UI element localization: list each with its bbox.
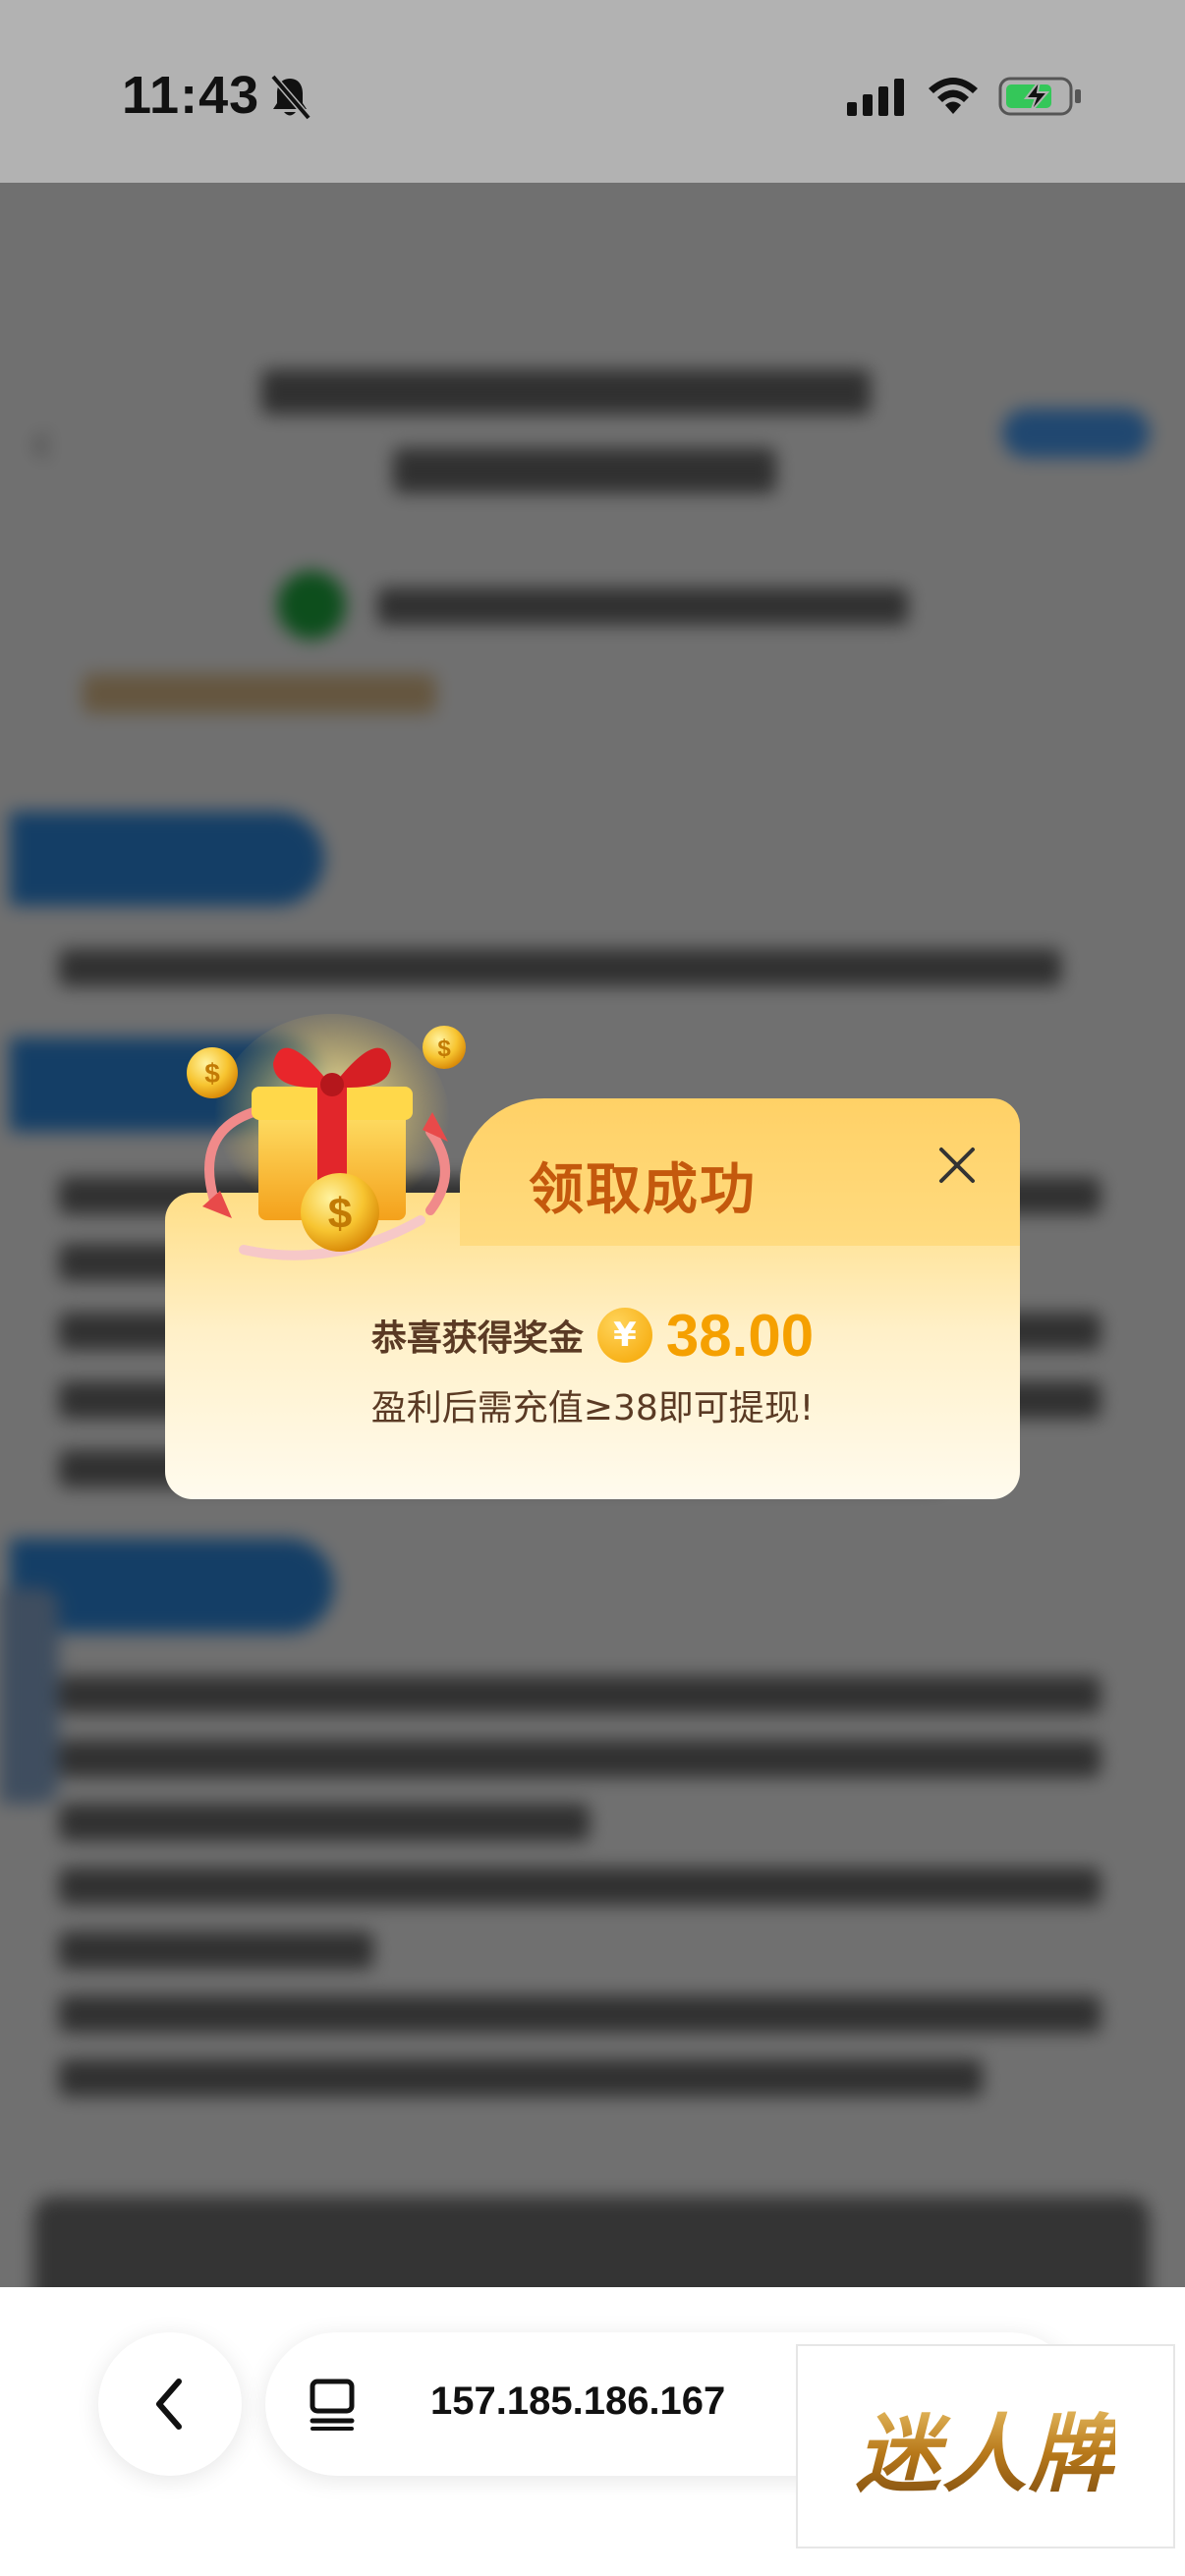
svg-text:$: $ (437, 1036, 451, 1062)
reward-amount: 38.00 (665, 1302, 815, 1369)
close-icon[interactable] (931, 1140, 983, 1191)
reward-note: 盈利后需充值≥38即可提现! (370, 1388, 815, 1428)
battery-charging-icon (998, 77, 1081, 116)
cellular-signal-icon (847, 79, 904, 116)
tabs-icon (310, 2379, 355, 2431)
brand-logo: 迷人牌 (796, 2344, 1175, 2548)
back-button[interactable] (98, 2332, 242, 2476)
reward-label: 恭喜获得奖金 (370, 1318, 584, 1359)
yuan-coin-icon: ¥ (596, 1308, 652, 1363)
svg-text:$: $ (204, 1058, 220, 1089)
modal-title: 领取成功 (529, 1158, 757, 1222)
status-bar: 11:43 (0, 0, 1185, 183)
back-chevron-icon (156, 2379, 182, 2430)
reward-row: 恭喜获得奖金 ¥ 38.00 (165, 1301, 1020, 1370)
svg-text:$: $ (328, 1190, 352, 1238)
reward-modal: 领取成功 恭喜获得奖金 ¥ 38.00 盈利后需充值≥38即可提现! $ $ $ (165, 1014, 1020, 1499)
status-time: 11:43 (122, 66, 260, 125)
bell-slash-icon (270, 74, 311, 121)
gift-box-icon: $ $ $ (187, 1014, 466, 1260)
address-text: 157.185.186.167 (430, 2380, 726, 2423)
browser-bottom-bar: 157.185.186.167 迷人牌 (0, 2287, 1185, 2576)
brand-logo-text: 迷人牌 (856, 2385, 1115, 2508)
wifi-icon (929, 78, 978, 114)
